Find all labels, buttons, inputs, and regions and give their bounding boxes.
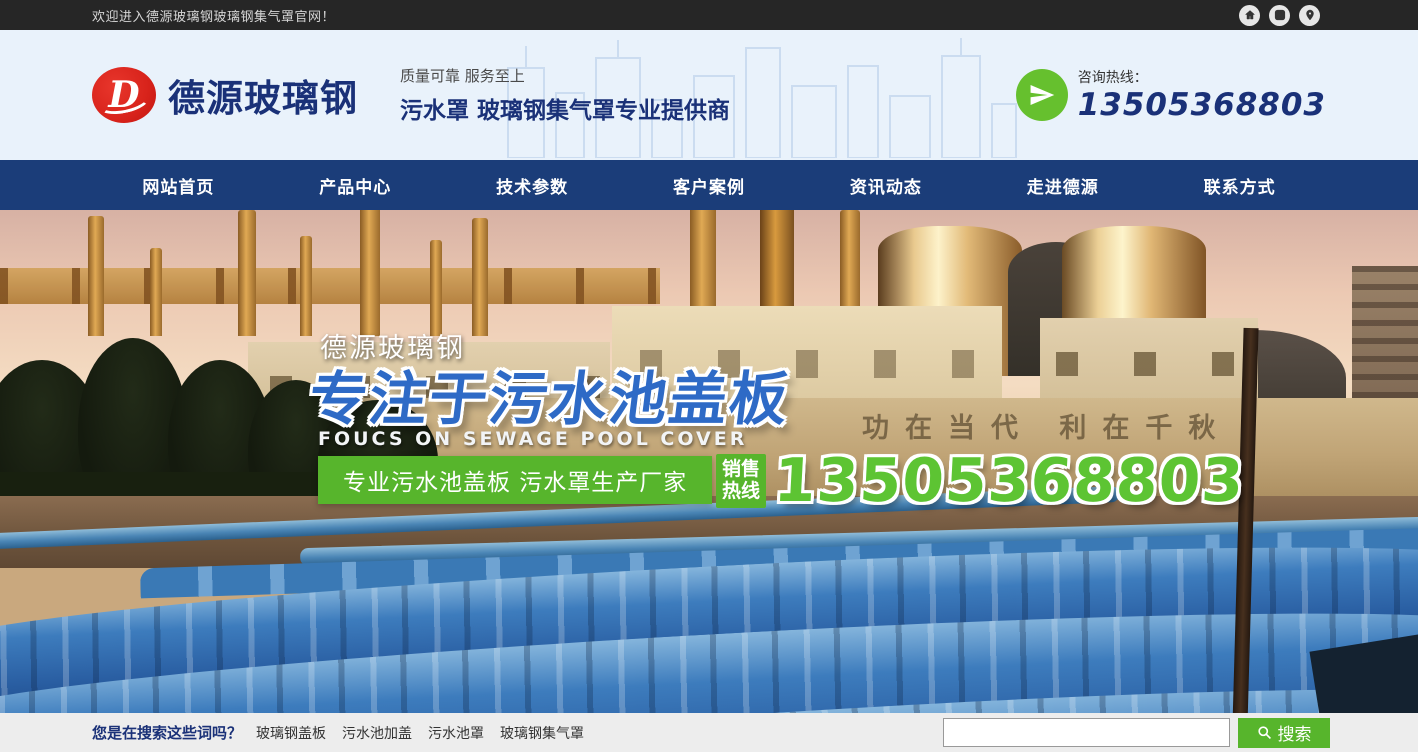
nav-item-news[interactable]: 资讯动态 [797, 160, 974, 210]
refinery-tower [300, 236, 312, 336]
social-icons [1239, 5, 1320, 26]
nav-item-home[interactable]: 网站首页 [90, 160, 267, 210]
building-windows [1056, 352, 1246, 376]
refinery-tower [150, 248, 162, 336]
hotline-label: 咨询热线： [1078, 67, 1326, 87]
wall-slogan-text: 功在当代 利在千秋 [862, 406, 1231, 445]
refinery-tower [430, 240, 442, 336]
nav-item-specs[interactable]: 技术参数 [444, 160, 621, 210]
nav-item-contact[interactable]: 联系方式 [1151, 160, 1328, 210]
hero-banner: 功在当代 利在千秋 德源玻璃钢 专注于污水池盖板 FOUCS ON SEWAGE… [0, 210, 1418, 713]
header-hotline: 咨询热线： 13505368803 [1016, 67, 1326, 123]
search-button[interactable]: 搜索 [1238, 718, 1330, 748]
search-strip: 您是在搜索这些词吗？ 玻璃钢盖板 污水池加盖 污水池罩 玻璃钢集气罩 搜索 [0, 713, 1418, 752]
slogan-small: 质量可靠 服务至上 [400, 65, 730, 86]
sales-badge-line2: 热线 [722, 481, 760, 503]
keyword-link[interactable]: 污水池加盖 [342, 723, 412, 743]
keyword-link[interactable]: 玻璃钢集气罩 [500, 723, 584, 743]
refinery-tower [472, 218, 488, 336]
main-nav: 网站首页 产品中心 技术参数 客户案例 资讯动态 走进德源 联系方式 [0, 160, 1418, 210]
location-icon[interactable] [1299, 5, 1320, 26]
hotline-texts: 咨询热线： 13505368803 [1078, 67, 1326, 123]
refinery-tower [238, 210, 256, 336]
hero-headline: 专注于污水池盖板 [305, 352, 795, 436]
search-prompt: 您是在搜索这些词吗？ [92, 722, 242, 743]
nav-item-cases[interactable]: 客户案例 [621, 160, 798, 210]
site-header: D 德源玻璃钢 质量可靠 服务至上 污水罩 玻璃钢集气罩专业提供商 咨询热线： … [0, 30, 1418, 160]
hero-subheadline-en: FOUCS ON SEWAGE POOL COVER [318, 428, 747, 450]
logo[interactable]: D 德源玻璃钢 [92, 67, 358, 123]
nav-item-products[interactable]: 产品中心 [267, 160, 444, 210]
refinery-tower [88, 216, 104, 336]
hero-sales-hotline: 销售 热线 13505368803 [716, 446, 1244, 516]
keyword-link[interactable]: 污水池罩 [428, 723, 484, 743]
search-input[interactable] [943, 718, 1230, 747]
sales-hotline-badge: 销售 热线 [716, 454, 766, 508]
search-button-label: 搜索 [1278, 720, 1312, 745]
logo-mark-icon: D [92, 67, 156, 123]
home-icon[interactable] [1239, 5, 1260, 26]
hotline-number: 13505368803 [1078, 87, 1326, 123]
keyword-link[interactable]: 玻璃钢盖板 [256, 723, 326, 743]
search-controls: 搜索 [943, 718, 1330, 748]
sales-badge-line1: 销售 [722, 459, 760, 481]
refinery-tower [360, 210, 380, 336]
instagram-icon[interactable] [1269, 5, 1290, 26]
header-slogan: 质量可靠 服务至上 污水罩 玻璃钢集气罩专业提供商 [400, 65, 730, 125]
paper-plane-icon [1016, 69, 1068, 121]
slogan-big: 污水罩 玻璃钢集气罩专业提供商 [400, 91, 730, 125]
hero-tagline-button[interactable]: 专业污水池盖板 污水罩生产厂家 [318, 456, 712, 504]
sales-hotline-number: 13505368803 [772, 446, 1246, 516]
welcome-text: 欢迎进入德源玻璃钢玻璃钢集气罩官网！ [92, 6, 335, 25]
logo-text: 德源玻璃钢 [168, 68, 358, 122]
nav-item-about[interactable]: 走进德源 [974, 160, 1151, 210]
top-bar: 欢迎进入德源玻璃钢玻璃钢集气罩官网！ [0, 0, 1418, 30]
hot-keywords: 玻璃钢盖板 污水池加盖 污水池罩 玻璃钢集气罩 [256, 723, 584, 743]
